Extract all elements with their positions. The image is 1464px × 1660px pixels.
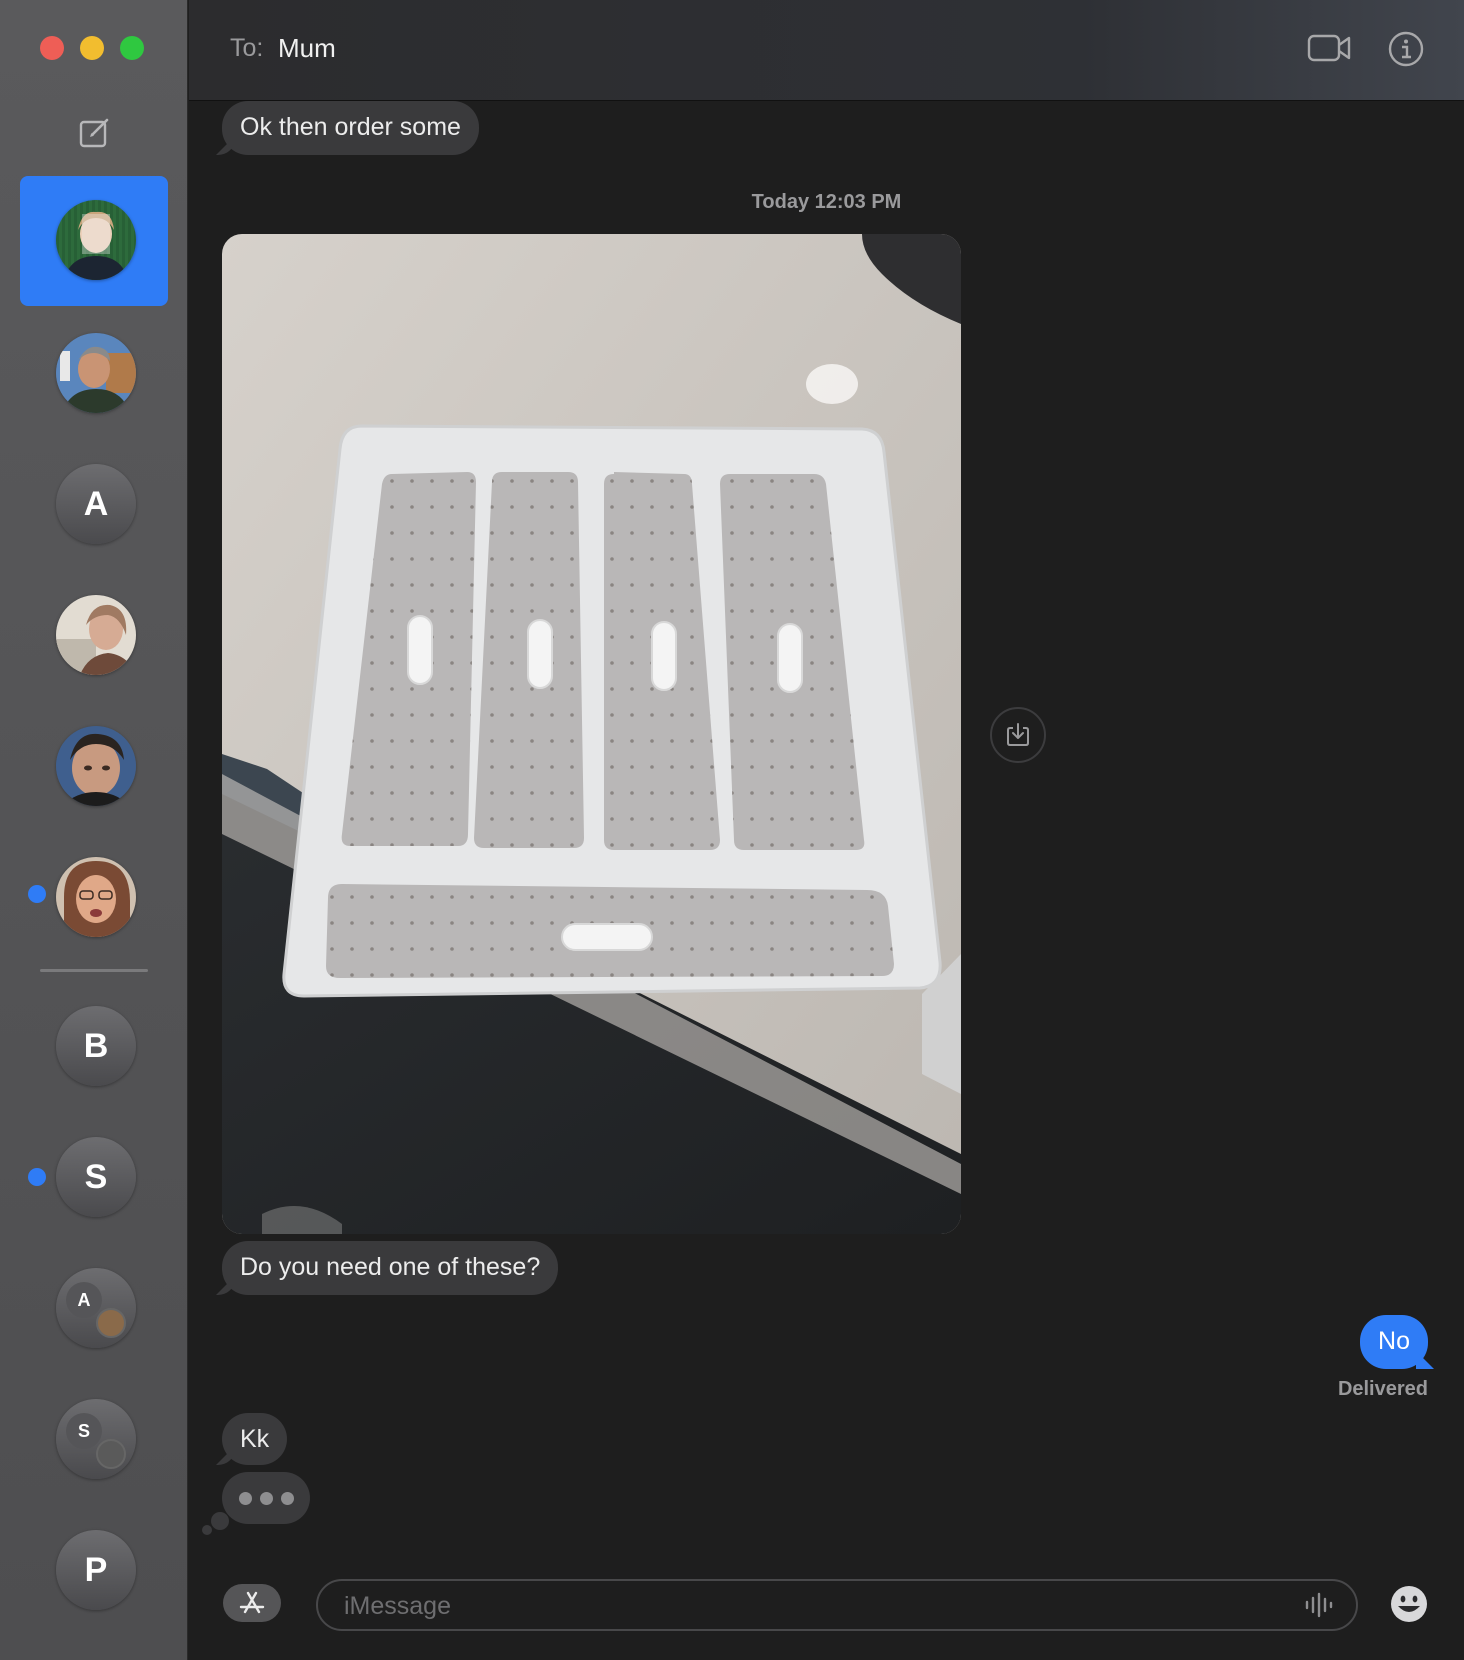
conversation-avatar-p[interactable]: P: [56, 1530, 136, 1610]
conversation-avatar-mum[interactable]: [56, 200, 136, 280]
avatar-photo: [56, 333, 136, 413]
typing-indicator-tail: [202, 1525, 212, 1535]
incoming-message-bubble[interactable]: Do you need one of these?: [222, 1241, 559, 1295]
typing-dot: [280, 1491, 294, 1505]
messages-window: A B S A S P To: Mum Ok then order some T…: [0, 0, 1464, 1660]
avatar-initial: P: [84, 1550, 108, 1589]
compose-icon[interactable]: [78, 115, 112, 149]
conversation-avatar-s[interactable]: S: [56, 1137, 136, 1217]
conversation-avatar-a[interactable]: A: [56, 464, 136, 544]
waveform-icon[interactable]: [1304, 1591, 1336, 1619]
typing-indicator: [222, 1472, 310, 1524]
minimize-window-button[interactable]: [80, 36, 104, 60]
imessage-input[interactable]: [342, 1581, 1276, 1631]
group-member-initial: S: [66, 1413, 102, 1449]
outgoing-message-bubble[interactable]: No: [1360, 1315, 1428, 1369]
conversation-avatar-b[interactable]: B: [56, 1006, 136, 1086]
recipient-name[interactable]: Mum: [278, 33, 336, 64]
app-store-button[interactable]: [223, 1584, 281, 1622]
incoming-photo-attachment[interactable]: [222, 234, 961, 1234]
close-window-button[interactable]: [40, 36, 64, 60]
emoji-icon[interactable]: [1389, 1584, 1429, 1624]
avatar-initial: B: [83, 1026, 109, 1065]
conversation-header: To: Mum: [189, 0, 1464, 101]
conversation-avatar-group-s[interactable]: S: [56, 1399, 136, 1479]
to-label: To:: [230, 34, 264, 62]
avatar-photo: [56, 595, 136, 675]
app-store-icon: [239, 1591, 265, 1614]
cutlery-tray-photo: [222, 234, 961, 1234]
save-attachment-button[interactable]: [990, 707, 1046, 763]
unread-indicator: [28, 885, 46, 903]
zoom-window-button[interactable]: [120, 36, 144, 60]
avatar-photo: [56, 857, 136, 937]
download-icon: [1007, 723, 1029, 746]
avatar-photo: [56, 726, 136, 806]
group-member-initial: A: [66, 1282, 102, 1318]
conversation-avatar-2[interactable]: [56, 333, 136, 413]
avatar-initial: S: [84, 1157, 108, 1196]
group-member-photo: [96, 1308, 126, 1338]
info-icon[interactable]: [1387, 30, 1425, 68]
delivery-status: Delivered: [1337, 1378, 1428, 1400]
conversation-avatar-5[interactable]: [56, 726, 136, 806]
conversation-avatar-6[interactable]: [56, 857, 136, 937]
avatar-initial: A: [83, 484, 109, 523]
message-text: Do you need one of these?: [240, 1253, 541, 1281]
message-text: Kk: [240, 1425, 270, 1453]
message-transcript[interactable]: Ok then order some Today 12:03 PM Do you…: [189, 101, 1464, 1660]
sidebar: A B S A S P: [0, 0, 188, 1660]
conversation-avatar-group-a[interactable]: A: [56, 1268, 136, 1348]
incoming-message-bubble[interactable]: Kk: [222, 1413, 288, 1465]
group-member-photo: [96, 1439, 126, 1469]
avatar-photo: [56, 200, 136, 280]
conversation-avatar-4[interactable]: [56, 595, 136, 675]
typing-dot: [238, 1491, 252, 1505]
typing-dot: [259, 1491, 273, 1505]
message-input-field[interactable]: [316, 1579, 1358, 1631]
incoming-message-bubble[interactable]: Ok then order some: [222, 101, 479, 155]
unread-indicator: [28, 1168, 46, 1186]
typing-indicator-tail: [211, 1512, 229, 1530]
message-text: Ok then order some: [240, 113, 461, 141]
video-camera-icon[interactable]: [1307, 32, 1351, 64]
message-timestamp: Today 12:03 PM: [751, 191, 902, 213]
sidebar-divider: [40, 969, 148, 972]
message-text: No: [1378, 1327, 1410, 1355]
